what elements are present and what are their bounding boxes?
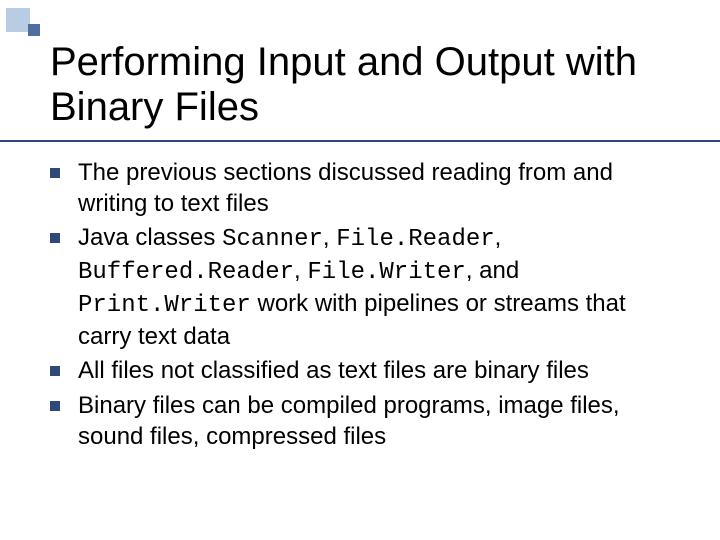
- square-bullet-icon: [50, 366, 60, 376]
- deco-square-small: [28, 24, 40, 36]
- bullet-text: Java classes Scanner, File.Reader, Buffe…: [78, 223, 680, 352]
- slide: Performing Input and Output with Binary …: [0, 0, 720, 540]
- slide-title: Performing Input and Output with Binary …: [50, 40, 690, 130]
- code-fragment: File.Reader: [336, 226, 494, 253]
- code-fragment: Scanner: [222, 226, 323, 253]
- bullet-text: All files not classified as text files a…: [78, 356, 589, 387]
- square-bullet-icon: [50, 401, 60, 411]
- bullet-text: Binary files can be compiled programs, i…: [78, 391, 680, 452]
- title-underline: [0, 140, 720, 142]
- square-bullet-icon: [50, 168, 60, 178]
- slide-body: The previous sections discussed reading …: [50, 158, 680, 456]
- corner-decoration: [0, 0, 60, 44]
- bullet-item: Java classes Scanner, File.Reader, Buffe…: [50, 223, 680, 352]
- square-bullet-icon: [50, 233, 60, 243]
- bullet-text: The previous sections discussed reading …: [78, 158, 680, 219]
- code-fragment: Print.Writer: [78, 292, 251, 319]
- code-fragment: File.Writer: [307, 259, 465, 286]
- bullet-item: The previous sections discussed reading …: [50, 158, 680, 219]
- text-fragment: ,: [294, 257, 307, 284]
- deco-square-large: [6, 8, 30, 32]
- bullet-item: All files not classified as text files a…: [50, 356, 680, 387]
- text-fragment: , and: [466, 257, 519, 284]
- code-fragment: Buffered.Reader: [78, 259, 294, 286]
- bullet-item: Binary files can be compiled programs, i…: [50, 391, 680, 452]
- text-fragment: ,: [323, 224, 336, 251]
- text-fragment: Java classes: [78, 224, 222, 251]
- text-fragment: ,: [495, 224, 502, 251]
